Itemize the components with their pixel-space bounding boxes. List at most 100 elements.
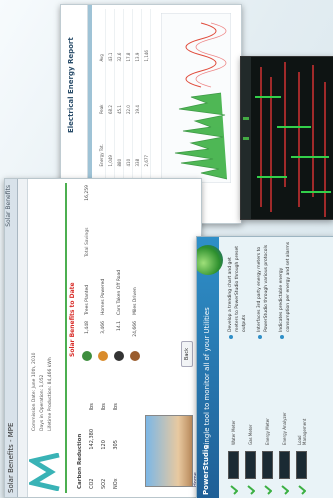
feature-bullet: Indicates predictable energy consumption… [278, 241, 292, 339]
feature-bullet: Interfaces 3rd party energy meters to Po… [256, 241, 270, 339]
home-icon [98, 351, 108, 361]
report-chart [161, 13, 231, 183]
solar-panel-photo [145, 415, 193, 487]
marketing-collage: Electrical Energy Report Building NameEn… [0, 0, 333, 498]
solar-info: Commission Date: June 10th, 2010 Days in… [31, 353, 55, 431]
report-cell: 1,146 [143, 50, 149, 62]
report-cell: 22.0 [125, 105, 131, 114]
meter-label: Load Management [296, 418, 307, 445]
carbon-gas: CO2 [89, 478, 95, 489]
savings-row: Total Savings 16,259 [79, 185, 95, 257]
solar-benefits-content: Solar Benefits - MPE Solar Benefits Comm… [5, 179, 201, 497]
report-cell: 32.6 [116, 52, 122, 62]
solar-benefits-heading: Solar Benefits to Date [69, 282, 76, 357]
equivalent-row: 3,466 Homes Powered [95, 261, 111, 361]
report-cell: 2,677 [143, 155, 149, 167]
meter-display [245, 451, 256, 479]
equivalent-row: 24,666 Miles Driven [127, 261, 143, 361]
meter-row: Load Management [293, 345, 310, 495]
carbon-row: SO2 120 lbs [98, 371, 110, 489]
carbon-unit: lbs [113, 403, 119, 411]
report-cell: 45.1 [116, 105, 122, 114]
solar-benefits-window: Solar Benefits - MPE Solar Benefits Comm… [4, 178, 202, 498]
solar-right-title: Solar Benefits [5, 185, 12, 227]
carbon-value: 142,380 [89, 428, 95, 450]
meter-label: Energy Meter [265, 418, 270, 445]
equivalent-label: Cars Taken Off Road [116, 269, 122, 315]
equivalent-value: 24,666 [132, 321, 138, 337]
meter-label: Energy Analyzer [282, 412, 287, 445]
report-cell: 68.2 [107, 105, 113, 114]
equivalent-row: 14.1 Cars Taken Off Road [111, 261, 127, 361]
powerstudio-logo: PowerStudio [202, 444, 210, 495]
report-cell: 13.9 [134, 52, 140, 62]
carbon-reduction-panel: Carbon Reduction CO2 142,380 lbs SO2 120… [77, 371, 122, 489]
report-cell: 880 [116, 158, 122, 167]
carbon-heading: Carbon Reduction [77, 433, 83, 489]
carbon-gas: NOx [113, 478, 119, 489]
meter-display [296, 451, 307, 479]
divider [65, 183, 67, 493]
carbon-value: 120 [101, 440, 107, 450]
equivalent-row: 1,448 Trees Planted [79, 261, 95, 361]
meter-display [262, 451, 273, 479]
meter-display [228, 451, 239, 479]
equivalent-label: Trees Planted [84, 284, 90, 315]
terminal-graph [241, 57, 333, 219]
equivalent-value: 3,466 [100, 321, 106, 334]
meter-row: Energy Analyzer [276, 345, 293, 495]
carbon-row: CO2 142,380 lbs [86, 371, 98, 489]
feature-bullets: Develop a trending chart and get meters … [227, 241, 300, 339]
meter-label: Gas Meter [248, 424, 253, 446]
carbon-value: 305 [113, 440, 119, 450]
meter-label: Water Meter [231, 420, 236, 445]
globe-icon [197, 245, 223, 275]
days-in-operation: Days in Operation: 1,052 [40, 374, 45, 431]
checkmark-icon [229, 485, 238, 495]
powerstudio-content: PowerStudio Single tool to monitor all o… [197, 237, 333, 498]
meter-display [279, 451, 290, 479]
feature-bullet: Develop a trending chart and get meters … [227, 241, 248, 339]
meter-row: Water Meter [225, 345, 242, 495]
checkmark-icon [263, 485, 272, 495]
commission-date: Commission Date: June 10th, 2010 [32, 352, 37, 431]
equivalent-label: Homes Powered [100, 278, 106, 315]
road-icon [130, 351, 140, 361]
checkmark-icon [246, 485, 255, 495]
savings-label: Total Savings [84, 227, 90, 257]
monitor-terminal-window [240, 56, 333, 220]
equivalent-label: Miles Driven [132, 287, 138, 315]
savings-value: 16,259 [84, 185, 90, 201]
report-cell: Peak [98, 104, 104, 115]
meter-row: Gas Meter [242, 345, 259, 495]
report-cell: Avg [98, 54, 104, 62]
tree-icon [82, 351, 92, 361]
carbon-unit: lbs [101, 403, 107, 411]
report-cell: 43.1 [107, 52, 113, 62]
powerstudio-banner: PowerStudio Single tool to monitor all o… [197, 237, 223, 498]
checkmark-icon [280, 485, 289, 495]
lifetime-production: Lifetime Production: 84,466 kWh [48, 357, 53, 431]
carbon-row: NOx 305 lbs [110, 371, 122, 489]
meter-row: Energy Meter [259, 345, 276, 495]
equivalent-value: 1,448 [84, 321, 90, 334]
back-button[interactable]: Back [181, 341, 193, 367]
equivalent-value: 14.1 [116, 321, 122, 332]
report-cell: 17.8 [125, 52, 131, 62]
equivalents-panel: 1,448 Trees Planted 3,466 Homes Powered … [79, 261, 143, 361]
checkmark-icon [297, 485, 306, 495]
report-cell: 410 [125, 158, 131, 167]
car-icon [114, 351, 124, 361]
mpe-logo-icon [29, 453, 60, 491]
powerstudio-window: PowerStudio Single tool to monitor all o… [196, 236, 333, 498]
powerstudio-tagline: Single tool to monitor all of your Utili… [203, 307, 211, 449]
carbon-unit: lbs [89, 403, 95, 411]
report-cell: 1,049 [107, 155, 113, 167]
report-cell: Energy Tot. [98, 144, 104, 167]
report-cell: 19.4 [134, 105, 140, 114]
carbon-gas: SO2 [101, 478, 107, 489]
report-cell: 338 [134, 158, 140, 167]
meter-list: Water Meter Gas Meter Energy Meter Energ… [225, 345, 310, 495]
solar-toolbar [18, 179, 28, 497]
report-title: Electrical Energy Report [67, 37, 75, 133]
